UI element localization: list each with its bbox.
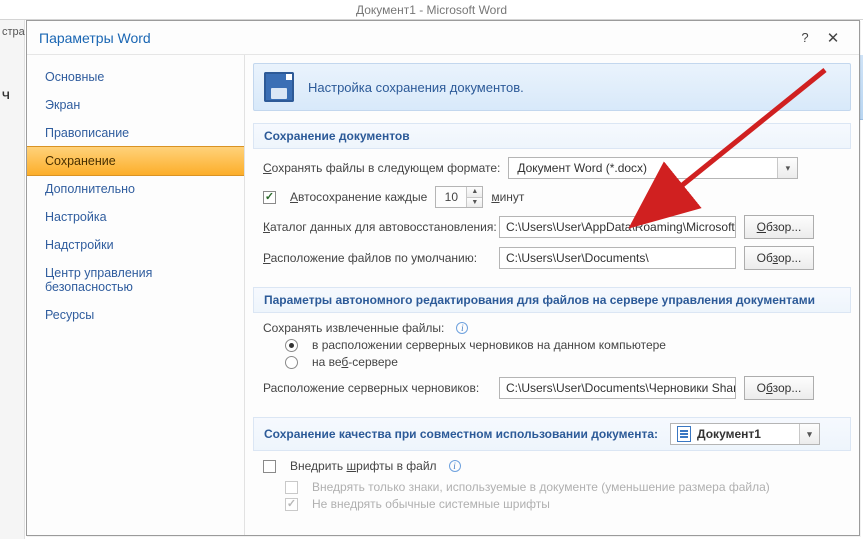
section-save-documents: Сохранение документов Сохранять файлы в … (253, 123, 851, 281)
autosave-checkbox[interactable] (263, 191, 276, 204)
section-title-text: Сохранение качества при совместном испол… (264, 427, 658, 441)
background-window-left: стра Ч (0, 20, 25, 539)
server-drafts-path-field[interactable]: C:\Users\User\Documents\Черновики ShareP… (499, 377, 736, 399)
content-header: Настройка сохранения документов. (253, 63, 851, 111)
nav-item-resources[interactable]: Ресурсы (27, 301, 244, 329)
background-stub: Ч (0, 84, 24, 108)
nav-item-addins[interactable]: Надстройки (27, 231, 244, 259)
chevron-down-icon[interactable]: ▾ (799, 424, 819, 444)
document-selector-value: Документ1 (697, 427, 799, 441)
section-title: Параметры автономного редактирования для… (253, 287, 851, 313)
background-stub: стра (0, 20, 24, 44)
browse-autorecover-button[interactable]: Обзор... (744, 215, 814, 239)
info-icon[interactable]: i (449, 460, 461, 472)
autorecover-path-label: Каталог данных для автовосстановления: (263, 220, 491, 234)
browse-default-button[interactable]: Обзор... (744, 246, 814, 270)
info-icon[interactable]: i (456, 322, 468, 334)
radio-local-drafts-label: в расположении серверных черновиков на д… (312, 338, 666, 352)
format-label: Сохранять файлы в следующем формате: (263, 161, 500, 175)
spin-up-icon[interactable]: ▲ (467, 187, 482, 198)
section-title: Сохранение документов (253, 123, 851, 149)
close-button[interactable]: ✕ (819, 26, 847, 50)
nav-item-advanced[interactable]: Дополнительно (27, 175, 244, 203)
autosave-interval-value: 10 (436, 187, 466, 207)
options-nav: Основные Экран Правописание Сохранение Д… (27, 55, 245, 535)
spin-down-icon[interactable]: ▼ (467, 198, 482, 208)
nav-item-customize[interactable]: Настройка (27, 203, 244, 231)
autosave-interval-stepper[interactable]: 10 ▲ ▼ (435, 186, 483, 208)
nav-item-save[interactable]: Сохранение (27, 146, 244, 176)
skip-system-fonts-label: Не внедрять обычные системные шрифты (312, 497, 550, 511)
server-drafts-path-label: Расположение серверных черновиков: (263, 381, 491, 395)
radio-web-server-label: на веб-сервере (312, 355, 398, 369)
embed-fonts-checkbox[interactable] (263, 460, 276, 473)
dialog-title: Параметры Word (39, 30, 151, 46)
browse-server-drafts-button[interactable]: Обзор... (744, 376, 814, 400)
word-options-dialog: Параметры Word ? ✕ Основные Экран Правоп… (26, 20, 860, 536)
app-titlebar: Документ1 - Microsoft Word (0, 0, 863, 20)
help-button[interactable]: ? (791, 26, 819, 50)
save-disk-icon (264, 72, 294, 102)
embed-used-chars-label: Внедрять только знаки, используемые в до… (312, 480, 770, 494)
radio-local-drafts[interactable] (285, 339, 298, 352)
document-icon (677, 426, 691, 442)
nav-item-general[interactable]: Основные (27, 63, 244, 91)
section-preserve-fidelity: Сохранение качества при совместном испол… (253, 417, 851, 522)
file-format-dropdown[interactable]: Документ Word (*.docx) ▾ (508, 157, 798, 179)
default-path-field[interactable]: C:\Users\User\Documents\ (499, 247, 736, 269)
document-selector-dropdown[interactable]: Документ1 ▾ (670, 423, 820, 445)
content-header-text: Настройка сохранения документов. (308, 80, 524, 95)
embed-fonts-label: Внедрить шрифты в файл (290, 459, 437, 473)
default-path-label: Расположение файлов по умолчанию: (263, 251, 491, 265)
embed-used-chars-checkbox (285, 481, 298, 494)
autosave-label: Автосохранение каждые (290, 190, 427, 204)
section-title: Сохранение качества при совместном испол… (253, 417, 851, 451)
dialog-titlebar: Параметры Word ? ✕ (27, 21, 859, 55)
save-extracted-label: Сохранять извлеченные файлы: (263, 321, 444, 335)
options-content: Настройка сохранения документов. Сохране… (245, 55, 859, 535)
file-format-value: Документ Word (*.docx) (509, 161, 777, 175)
chevron-down-icon[interactable]: ▾ (777, 158, 797, 178)
nav-item-display[interactable]: Экран (27, 91, 244, 119)
skip-system-fonts-checkbox (285, 498, 298, 511)
nav-item-proofing[interactable]: Правописание (27, 119, 244, 147)
radio-web-server[interactable] (285, 356, 298, 369)
autorecover-path-field[interactable]: C:\Users\User\AppData\Roaming\Microsoft\… (499, 216, 736, 238)
autosave-unit-label: минут (491, 190, 524, 204)
nav-item-trust-center[interactable]: Центр управления безопасностью (27, 259, 244, 301)
section-offline-editing: Параметры автономного редактирования для… (253, 287, 851, 411)
